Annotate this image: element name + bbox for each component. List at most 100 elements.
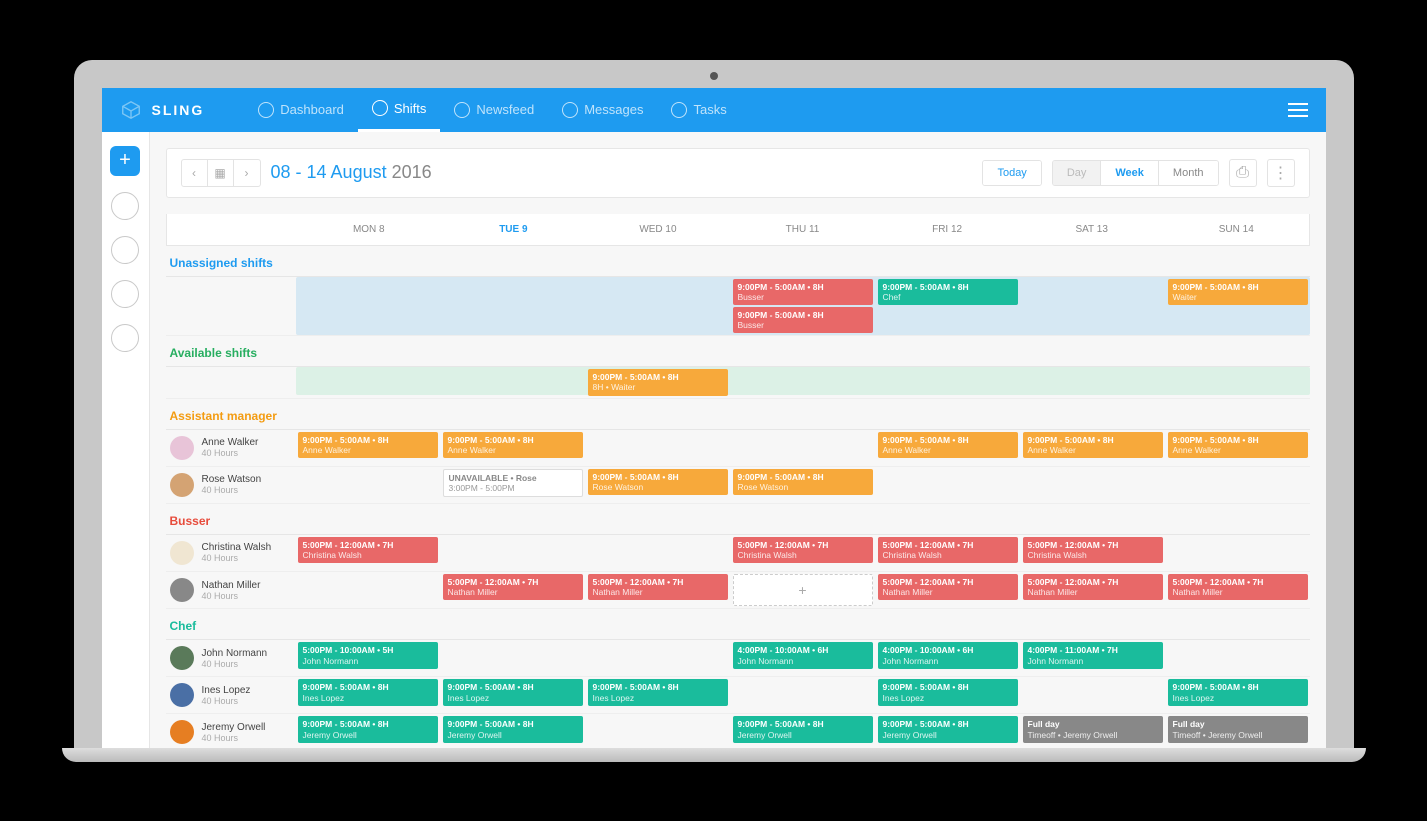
nav-messages[interactable]: Messages xyxy=(548,88,657,132)
shift-card[interactable]: 9:00PM - 5:00AM • 8HInes Lopez xyxy=(588,679,728,705)
schedule-cell[interactable] xyxy=(586,714,730,747)
schedule-cell[interactable] xyxy=(441,367,585,397)
today-button[interactable]: Today xyxy=(983,161,1040,185)
schedule-cell[interactable] xyxy=(731,367,875,397)
schedule-cell[interactable] xyxy=(296,572,440,609)
shift-card[interactable]: 9:00PM - 5:00AM • 8HJeremy Orwell xyxy=(878,716,1018,742)
shift-card[interactable]: 5:00PM - 12:00AM • 7HNathan Miller xyxy=(1168,574,1308,600)
nav-tasks[interactable]: Tasks xyxy=(657,88,740,132)
schedule-cell[interactable] xyxy=(1021,277,1165,336)
schedule-cell[interactable] xyxy=(1166,640,1310,676)
settings-icon[interactable] xyxy=(111,324,139,352)
nav-shifts[interactable]: Shifts xyxy=(358,88,441,132)
shift-card[interactable]: 9:00PM - 5:00AM • 8HAnne Walker xyxy=(1023,432,1163,458)
schedule-cell[interactable]: 9:00PM - 5:00AM • 8HRose Watson xyxy=(586,467,730,503)
schedule-cell[interactable]: 9:00PM - 5:00AM • 8HBusser9:00PM - 5:00A… xyxy=(731,277,875,336)
schedule-cell[interactable]: 9:00PM - 5:00AM • 8HWaiter xyxy=(1166,277,1310,336)
schedule-cell[interactable]: 4:00PM - 11:00AM • 7HJohn Normann xyxy=(1021,640,1165,676)
list-icon[interactable] xyxy=(111,280,139,308)
schedule-cell[interactable]: + xyxy=(731,572,875,609)
shift-card[interactable]: 4:00PM - 11:00AM • 7HJohn Normann xyxy=(1023,642,1163,668)
shift-card[interactable]: 9:00PM - 5:00AM • 8HInes Lopez xyxy=(1168,679,1308,705)
schedule-cell[interactable] xyxy=(731,430,875,466)
schedule-cell[interactable] xyxy=(586,535,730,571)
schedule-cell[interactable] xyxy=(586,430,730,466)
schedule-cell[interactable]: 5:00PM - 12:00AM • 7HNathan Miller xyxy=(1021,572,1165,609)
schedule-cell[interactable]: 5:00PM - 12:00AM • 7HChristina Walsh xyxy=(876,535,1020,571)
schedule-cell[interactable]: 9:00PM - 5:00AM • 8HInes Lopez xyxy=(586,677,730,713)
shift-card[interactable]: 9:00PM - 5:00AM • 8HInes Lopez xyxy=(443,679,583,705)
schedule-cell[interactable]: Full dayTimeoff • Jeremy Orwell xyxy=(1166,714,1310,747)
schedule-cell[interactable] xyxy=(296,277,440,336)
schedule-cell[interactable]: UNAVAILABLE • Rose3:00PM - 5:00PM xyxy=(441,467,585,503)
schedule-cell[interactable] xyxy=(1166,535,1310,571)
schedule-cell[interactable]: 5:00PM - 12:00AM • 7HNathan Miller xyxy=(1166,572,1310,609)
location-icon[interactable] xyxy=(111,192,139,220)
shift-card[interactable]: Full dayTimeoff • Jeremy Orwell xyxy=(1168,716,1308,742)
schedule-cell[interactable]: 9:00PM - 5:00AM • 8HInes Lopez xyxy=(441,677,585,713)
shift-card[interactable]: 9:00PM - 5:00AM • 8HJeremy Orwell xyxy=(733,716,873,742)
shift-card[interactable]: 9:00PM - 5:00AM • 8HAnne Walker xyxy=(1168,432,1308,458)
schedule-cell[interactable] xyxy=(1021,367,1165,397)
schedule-cell[interactable]: 9:00PM - 5:00AM • 8HAnne Walker xyxy=(1166,430,1310,466)
schedule-cell[interactable] xyxy=(441,535,585,571)
schedule-cell[interactable]: Full dayTimeoff • Jeremy Orwell xyxy=(1021,714,1165,747)
schedule-cell[interactable]: 9:00PM - 5:00AM • 8HInes Lopez xyxy=(1166,677,1310,713)
schedule-cell[interactable]: 9:00PM - 5:00AM • 8HAnne Walker xyxy=(876,430,1020,466)
shift-card[interactable]: 9:00PM - 5:00AM • 8HAnne Walker xyxy=(443,432,583,458)
shift-card[interactable]: 9:00PM - 5:00AM • 8HChef xyxy=(878,279,1018,305)
shift-card[interactable]: 5:00PM - 12:00AM • 7HNathan Miller xyxy=(588,574,728,600)
schedule-cell[interactable]: 9:00PM - 5:00AM • 8HAnne Walker xyxy=(441,430,585,466)
view-day[interactable]: Day xyxy=(1053,161,1102,185)
shift-card[interactable]: 4:00PM - 10:00AM • 6HJohn Normann xyxy=(878,642,1018,668)
schedule-cell[interactable] xyxy=(731,677,875,713)
shift-card[interactable]: 9:00PM - 5:00AM • 8HJeremy Orwell xyxy=(298,716,438,742)
schedule-cell[interactable]: 5:00PM - 12:00AM • 7HChristina Walsh xyxy=(296,535,440,571)
more-icon[interactable]: ⋮ xyxy=(1267,159,1295,187)
schedule-cell[interactable] xyxy=(876,467,1020,503)
shift-card[interactable]: 9:00PM - 5:00AM • 8HAnne Walker xyxy=(298,432,438,458)
schedule-cell[interactable] xyxy=(586,640,730,676)
schedule-cell[interactable]: 9:00PM - 5:00AM • 8HInes Lopez xyxy=(296,677,440,713)
add-button[interactable]: + xyxy=(110,146,140,176)
shift-card[interactable]: 9:00PM - 5:00AM • 8HJeremy Orwell xyxy=(443,716,583,742)
schedule-cell[interactable] xyxy=(1166,467,1310,503)
shift-card[interactable]: 9:00PM - 5:00AM • 8HRose Watson xyxy=(733,469,873,495)
schedule-cell[interactable]: 4:00PM - 10:00AM • 6HJohn Normann xyxy=(731,640,875,676)
schedule-cell[interactable]: 5:00PM - 10:00AM • 5HJohn Normann xyxy=(296,640,440,676)
shift-card[interactable]: 5:00PM - 12:00AM • 7HNathan Miller xyxy=(878,574,1018,600)
schedule-cell[interactable]: 5:00PM - 12:00AM • 7HNathan Miller xyxy=(441,572,585,609)
schedule-cell[interactable]: 9:00PM - 5:00AM • 8H8H • Waiter xyxy=(586,367,730,397)
schedule-cell[interactable]: 9:00PM - 5:00AM • 8HJeremy Orwell xyxy=(876,714,1020,747)
nav-dashboard[interactable]: Dashboard xyxy=(244,88,358,132)
shift-card[interactable]: 9:00PM - 5:00AM • 8HInes Lopez xyxy=(298,679,438,705)
schedule-cell[interactable] xyxy=(296,467,440,503)
shift-card[interactable]: 9:00PM - 5:00AM • 8H8H • Waiter xyxy=(588,369,728,395)
schedule-cell[interactable]: 9:00PM - 5:00AM • 8HAnne Walker xyxy=(1021,430,1165,466)
schedule-cell[interactable]: 9:00PM - 5:00AM • 8HJeremy Orwell xyxy=(296,714,440,747)
shift-card[interactable]: 9:00PM - 5:00AM • 8HBusser xyxy=(733,307,873,333)
shift-card[interactable]: 5:00PM - 12:00AM • 7HNathan Miller xyxy=(1023,574,1163,600)
shift-card[interactable]: 5:00PM - 12:00AM • 7HNathan Miller xyxy=(443,574,583,600)
schedule-cell[interactable]: 9:00PM - 5:00AM • 8HAnne Walker xyxy=(296,430,440,466)
next-arrow-icon[interactable]: › xyxy=(234,160,260,186)
shift-card[interactable]: 5:00PM - 10:00AM • 5HJohn Normann xyxy=(298,642,438,668)
shift-card[interactable]: 5:00PM - 12:00AM • 7HChristina Walsh xyxy=(1023,537,1163,563)
shift-card[interactable]: 5:00PM - 12:00AM • 7HChristina Walsh xyxy=(298,537,438,563)
menu-icon[interactable] xyxy=(1288,99,1308,121)
shift-card[interactable]: 5:00PM - 12:00AM • 7HChristina Walsh xyxy=(878,537,1018,563)
schedule-cell[interactable] xyxy=(586,277,730,336)
shift-card[interactable]: 5:00PM - 12:00AM • 7HChristina Walsh xyxy=(733,537,873,563)
grid-view-icon[interactable]: ▦ xyxy=(208,160,234,186)
schedule-cell[interactable]: 9:00PM - 5:00AM • 8HJeremy Orwell xyxy=(731,714,875,747)
schedule-cell[interactable] xyxy=(876,367,1020,397)
schedule-cell[interactable]: 9:00PM - 5:00AM • 8HChef xyxy=(876,277,1020,336)
schedule-cell[interactable]: 5:00PM - 12:00AM • 7HChristina Walsh xyxy=(731,535,875,571)
shift-card[interactable]: 9:00PM - 5:00AM • 8HWaiter xyxy=(1168,279,1308,305)
schedule-cell[interactable] xyxy=(441,640,585,676)
shift-card[interactable]: 9:00PM - 5:00AM • 8HBusser xyxy=(733,279,873,305)
schedule-cell[interactable]: 5:00PM - 12:00AM • 7HNathan Miller xyxy=(876,572,1020,609)
prev-arrow-icon[interactable]: ‹ xyxy=(182,160,208,186)
shift-card[interactable]: Full dayTimeoff • Jeremy Orwell xyxy=(1023,716,1163,742)
shift-card[interactable]: 9:00PM - 5:00AM • 8HAnne Walker xyxy=(878,432,1018,458)
